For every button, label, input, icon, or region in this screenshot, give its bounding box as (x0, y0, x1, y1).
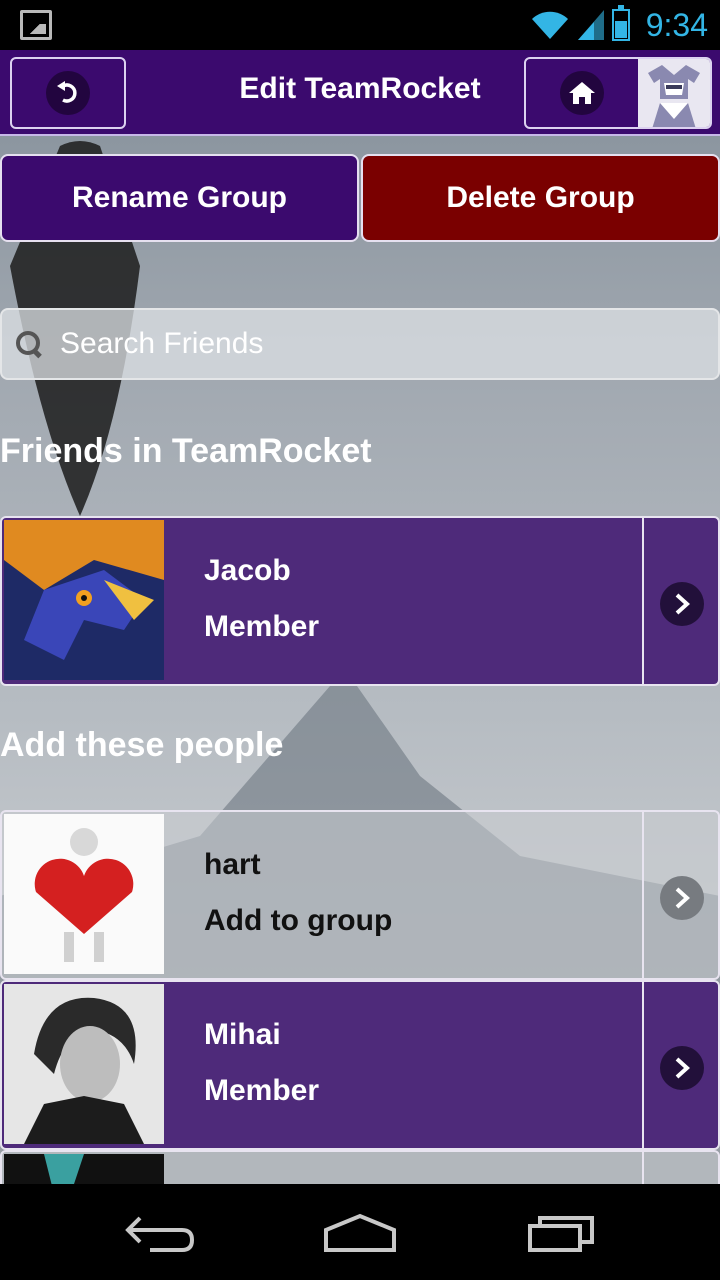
back-button[interactable] (10, 57, 126, 129)
status-icons: 9:34 (530, 4, 708, 46)
signal-icon (577, 10, 604, 40)
rename-group-button[interactable]: Rename Group (0, 154, 359, 242)
row-divider (642, 812, 644, 978)
home-icon (560, 71, 604, 115)
row-divider (642, 982, 644, 1148)
content-area: Rename Group Delete Group Search Friends… (0, 136, 720, 1184)
member-avatar (4, 520, 164, 680)
battery-icon (611, 5, 630, 41)
user-avatar[interactable] (638, 59, 710, 127)
status-bar: 9:34 (0, 0, 720, 50)
search-icon (14, 329, 44, 359)
back-nav-icon[interactable] (120, 1208, 200, 1258)
search-friends-input[interactable]: Search Friends (0, 308, 720, 380)
add-to-group-label: Add to group (204, 904, 393, 937)
search-placeholder: Search Friends (60, 327, 264, 360)
recents-nav-icon[interactable] (522, 1208, 602, 1258)
suggestion-name: hart (204, 848, 261, 881)
delete-group-button[interactable]: Delete Group (361, 154, 720, 242)
member-role: Member (204, 610, 320, 643)
suggestion-avatar (4, 814, 164, 974)
status-time: 9:34 (645, 6, 708, 43)
suggestion-avatar (4, 984, 164, 1144)
members-section-title: Friends in TeamRocket (0, 432, 372, 470)
row-divider (642, 518, 644, 684)
member-row[interactable]: Jacob Member (0, 516, 720, 686)
picture-icon (20, 10, 52, 40)
row-divider (642, 1152, 644, 1184)
chevron-right-icon[interactable] (660, 1046, 704, 1090)
navigation-bar (0, 1184, 720, 1280)
chevron-right-icon[interactable] (660, 876, 704, 920)
undo-icon (46, 71, 90, 115)
suggestion-role: Member (204, 1074, 320, 1107)
suggestion-row[interactable]: Mihai Member (0, 980, 720, 1150)
suggestions-section-title: Add these people (0, 726, 284, 764)
home-button[interactable] (524, 57, 712, 129)
chevron-right-icon[interactable] (660, 582, 704, 626)
suggestion-name: Mihai (204, 1018, 281, 1051)
page-title: Edit TeamRocket (239, 72, 481, 105)
home-nav-icon[interactable] (320, 1208, 400, 1258)
app-header: Edit TeamRocket (0, 50, 720, 136)
wifi-icon (531, 11, 568, 39)
suggestion-avatar (4, 1154, 164, 1184)
suggestion-row[interactable]: hart Add to group (0, 810, 720, 980)
suggestion-row[interactable] (0, 1150, 720, 1184)
member-name: Jacob (204, 554, 291, 587)
